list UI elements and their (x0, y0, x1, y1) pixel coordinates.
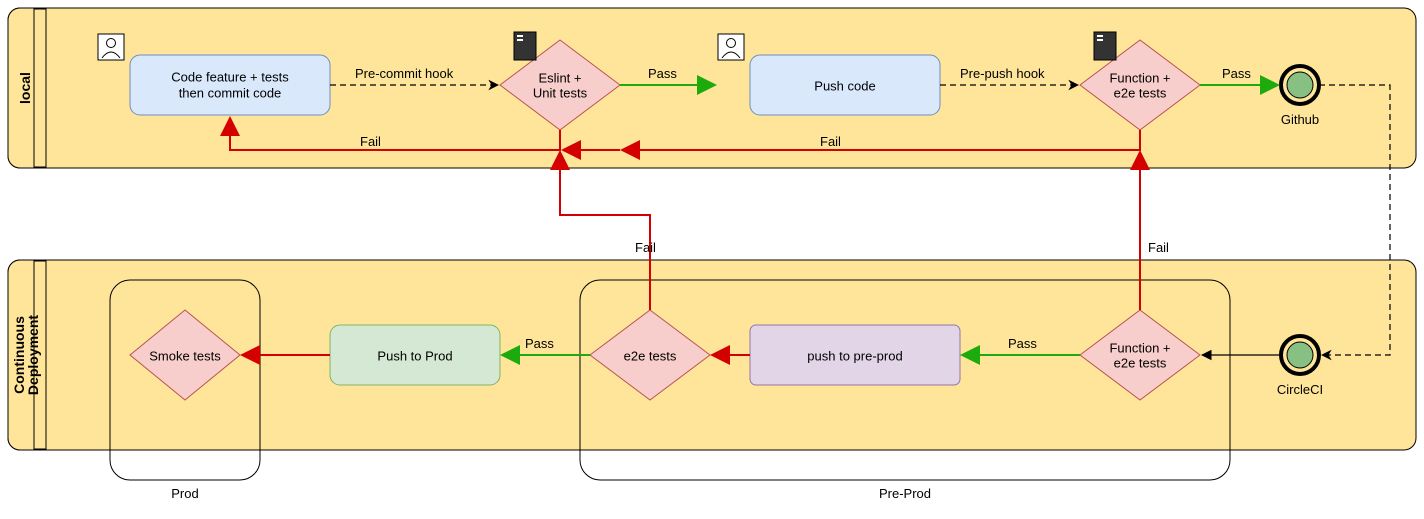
node-eslint-line1: Eslint + (539, 70, 582, 85)
node-func-e2e-local-line2: e2e tests (1114, 85, 1167, 100)
node-push-code: Push code (750, 55, 940, 115)
node-code-feature-line2: then commit code (179, 85, 282, 100)
lane-cd-label-l2: Deployment (25, 315, 41, 395)
user-icon (718, 34, 744, 60)
edge-func-cd-fail-label: Fail (1148, 240, 1169, 255)
user-icon (98, 34, 124, 60)
node-push-preprod: push to pre-prod (750, 325, 960, 385)
node-push-preprod-label: push to pre-prod (807, 348, 902, 363)
node-eslint-line2: Unit tests (533, 85, 588, 100)
container-preprod-label: Pre-Prod (879, 486, 931, 501)
edge-func-cd-pass-label: Pass (1008, 336, 1037, 351)
node-push-prod-label: Push to Prod (377, 348, 452, 363)
node-func-e2e-cd-line2: e2e tests (1114, 355, 1167, 370)
edge-func-fail-label: Fail (820, 134, 841, 149)
node-func-e2e-cd-line1: Function + (1109, 340, 1170, 355)
node-github-label: Github (1281, 112, 1319, 127)
edge-e2e-pass-label: Pass (525, 336, 554, 351)
node-func-e2e-local-line1: Function + (1109, 70, 1170, 85)
server-icon (1094, 32, 1116, 60)
node-code-feature: Code feature + tests then commit code (130, 55, 330, 115)
node-circleci-label: CircleCI (1277, 382, 1323, 397)
edge-func-pass-label: Pass (1222, 66, 1251, 81)
node-e2e-label: e2e tests (624, 348, 677, 363)
server-icon (514, 32, 536, 60)
container-prod-label: Prod (171, 486, 198, 501)
edge-prepush-label: Pre-push hook (960, 66, 1045, 81)
edge-precommit-label: Pre-commit hook (355, 66, 454, 81)
edge-e2e-fail-label: Fail (635, 240, 656, 255)
node-push-prod: Push to Prod (330, 325, 500, 385)
edge-eslint-fail-label: Fail (360, 134, 381, 149)
lane-local-label: local (17, 72, 33, 104)
node-push-code-label: Push code (814, 78, 875, 93)
edge-eslint-pass-label: Pass (648, 66, 677, 81)
node-circleci: CircleCI (1277, 336, 1323, 397)
node-code-feature-line1: Code feature + tests (171, 69, 289, 84)
node-smoke-label: Smoke tests (149, 348, 221, 363)
